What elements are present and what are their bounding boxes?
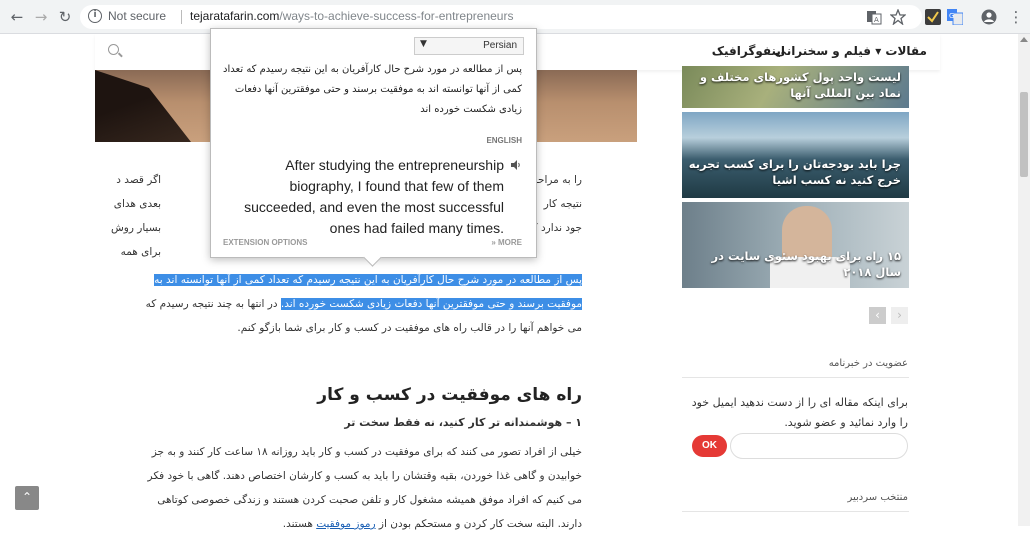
address-separator — [181, 10, 182, 24]
text-span: در انتها به چند نتیجه رسیدم که — [145, 298, 281, 310]
newsletter-text: برای اینکه مقاله ای را از دست ندهید ایمی… — [691, 396, 908, 429]
menu-item-articles[interactable]: مقالات ▾ — [875, 44, 927, 58]
search-icon[interactable] — [108, 44, 119, 55]
newsletter-email-input[interactable] — [730, 433, 908, 459]
more-link[interactable]: » MORE — [491, 238, 522, 247]
sidebar-post-card[interactable]: لیست واحد پول کشورهای مختلف و نماد بین ا… — [682, 66, 909, 108]
paragraph: خیلی از افراد تصور می کنند که برای موفقی… — [142, 440, 582, 536]
menu-item-videos[interactable]: فیلم و سخنرانی — [775, 44, 871, 58]
google-translate-extension-icon[interactable]: G — [947, 9, 963, 25]
language-value: Persian — [483, 40, 517, 51]
scroll-up-icon[interactable] — [1020, 37, 1028, 42]
security-label: Not secure — [108, 9, 167, 23]
url-path: /ways-to-achieve-success-for-entrepreneu… — [279, 9, 514, 23]
subheading: ۱ – هوشمندانه تر کار کنید، نه فقط سخت تر — [344, 416, 582, 429]
back-to-top-button[interactable]: ⌃ — [15, 486, 39, 510]
text-line: اگر قصد د — [116, 174, 161, 186]
speaker-icon[interactable] — [510, 159, 522, 171]
text-span: هستند. — [282, 518, 317, 530]
svg-text:A: A — [874, 16, 879, 24]
selected-text[interactable]: موفقیت برسند و حتی موفقترین آنها دفعات ز… — [280, 298, 582, 310]
browser-menu-icon[interactable]: ⋮ — [1007, 8, 1025, 26]
slider-next-button[interactable]: › — [891, 307, 908, 324]
address-bar[interactable]: i Not secure tejaratafarin.com/ways-to-a… — [80, 5, 922, 29]
language-select[interactable]: Persian ▼ — [414, 37, 524, 55]
menu-item-infographic[interactable]: اینفوگرافیک — [712, 44, 785, 58]
sidebar-post-card[interactable]: ۱۵ راه برای بهبود سئوی سایت در سال ۲۰۱۸ — [682, 202, 909, 288]
newsletter-title: عضویت در خبرنامه — [828, 358, 908, 369]
slider-prev-button[interactable]: ‹ — [869, 307, 886, 324]
text-line: برای همه — [120, 246, 161, 258]
dropdown-arrow-icon: ▼ — [420, 39, 427, 49]
text-line: می خواهم آنها را در قالب راه های موفقیت … — [237, 322, 582, 334]
scroll-thumb[interactable] — [1020, 92, 1028, 177]
hero-mountain-silhouette — [95, 70, 191, 142]
section-heading: راه های موفقیت در کسب و کار — [317, 385, 582, 405]
featured-title: منتخب سردبیر — [847, 492, 908, 503]
source-text: پس از مطالعه در مورد شرح حال کارآفریان ب… — [223, 64, 522, 115]
article-link[interactable]: رموز موفقیت — [316, 518, 375, 530]
sidebar-post-title[interactable]: چرا باید بودجه‌تان را برای کسب تجربه خرج… — [686, 156, 901, 188]
translate-popup: Persian ▼ پس از مطالعه در مورد شرح حال ک… — [210, 28, 537, 258]
sidebar-post-card[interactable]: چرا باید بودجه‌تان را برای کسب تجربه خرج… — [682, 112, 909, 198]
text-span: دارند. البته سخت کار کردن و مستحکم بودن … — [375, 518, 582, 530]
forward-icon[interactable]: → — [32, 8, 50, 26]
divider — [682, 511, 909, 512]
divider — [682, 377, 909, 378]
text-line: بسیار روش — [110, 222, 161, 234]
reload-icon[interactable]: ↻ — [56, 8, 74, 26]
extension-check-icon[interactable] — [925, 9, 941, 25]
translate-page-icon[interactable]: A — [866, 9, 882, 25]
highlighted-paragraph[interactable]: پس از مطالعه در مورد شرح حال کارآفریان ب… — [142, 268, 582, 340]
info-icon[interactable]: i — [88, 9, 102, 23]
star-icon[interactable] — [890, 9, 906, 25]
text-line: خوابیدن و گاهی غذا خوردن، بقیه وقتشان را… — [147, 470, 582, 482]
svg-text:G: G — [949, 12, 954, 20]
sidebar-post-title[interactable]: لیست واحد پول کشورهای مختلف و نماد بین ا… — [686, 69, 901, 101]
translation-text: After studying the entrepreneurship biog… — [244, 157, 504, 236]
sidebar-post-title[interactable]: ۱۵ راه برای بهبود سئوی سایت در سال ۲۰۱۸ — [686, 248, 901, 280]
extension-options-link[interactable]: EXTENSION OPTIONS — [223, 238, 307, 247]
account-icon[interactable] — [981, 9, 997, 25]
newsletter-ok-button[interactable]: OK — [692, 435, 727, 457]
text-line: بعدی هدای — [113, 198, 161, 210]
text-line: می کنیم که افراد موفق همیشه مشغول کار و … — [157, 494, 582, 506]
back-icon[interactable]: ← — [8, 8, 26, 26]
selected-text[interactable]: پس از مطالعه در مورد شرح حال کارآفریان ب… — [154, 274, 582, 286]
target-language-label: ENGLISH — [486, 136, 522, 145]
paragraph-fragment-left: اگر قصد د بعدی هدای بسیار روش برای همه — [0, 168, 161, 264]
page-scrollbar[interactable] — [1018, 34, 1030, 526]
url-host: tejaratafarin.com — [190, 9, 280, 23]
menu-label: مقالات — [885, 44, 927, 58]
text-line: خیلی از افراد تصور می کنند که برای موفقی… — [151, 446, 582, 458]
url-text[interactable]: tejaratafarin.com/ways-to-achieve-succes… — [190, 9, 513, 23]
